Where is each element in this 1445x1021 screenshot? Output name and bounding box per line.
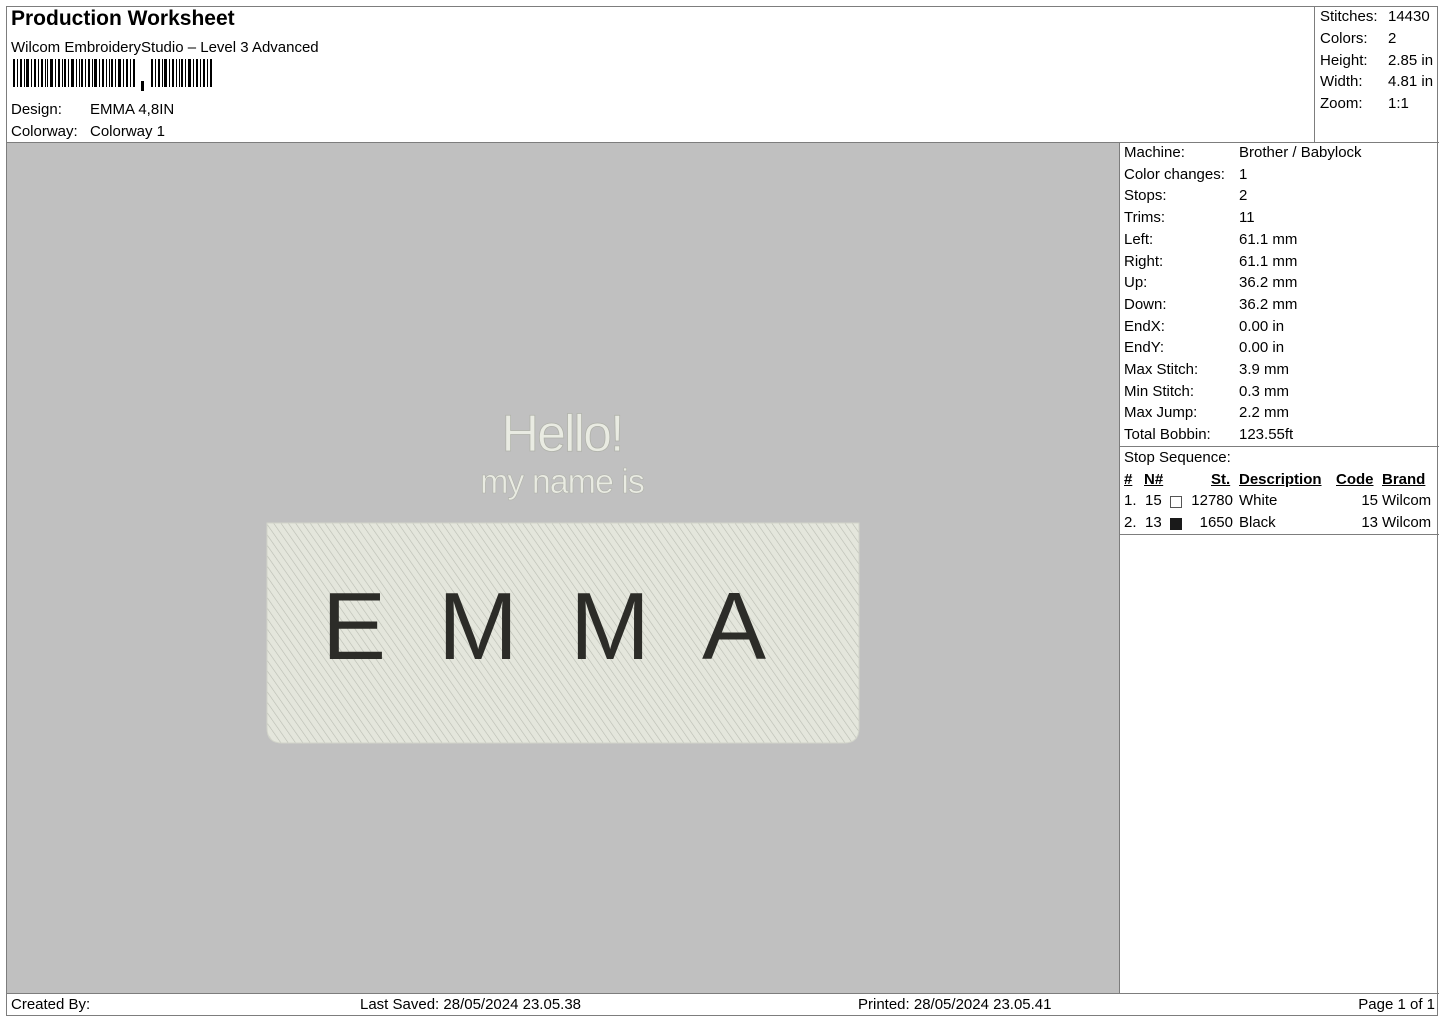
machine-info-label: Machine: bbox=[1124, 144, 1185, 161]
machine-info-label: Left: bbox=[1124, 230, 1154, 248]
col-header-brand: Brand bbox=[1382, 471, 1426, 488]
machine-info-panel: Machine: Brother / Babylock Color changes:… bbox=[1120, 143, 1439, 993]
machine-info-value: 36.2 mm bbox=[1239, 274, 1298, 292]
machine-info-label: Min Stitch: bbox=[1124, 382, 1195, 400]
machine-info-row: Trims: 11 bbox=[1124, 209, 1255, 226]
machine-info-value: 36.2 mm bbox=[1239, 295, 1298, 313]
row-code: 15 bbox=[1361, 492, 1378, 509]
machine-info-value: 0.00 in bbox=[1239, 317, 1285, 335]
color-swatch bbox=[1170, 518, 1182, 530]
colorway-label: Colorway: bbox=[11, 123, 78, 140]
last-saved: Last Saved: 28/05/2024 23.05.38 bbox=[360, 996, 582, 1013]
machine-info-value: 3.9 mm bbox=[1239, 361, 1290, 378]
color-swatch bbox=[1170, 496, 1182, 508]
emma-text: EMMA bbox=[322, 573, 818, 680]
row-brand: Wilcom bbox=[1382, 514, 1432, 531]
worksheet-header: Production Worksheet Wilcom EmbroiderySt… bbox=[7, 7, 1314, 143]
machine-info-row: Max Stitch: 3.9 mm bbox=[1124, 361, 1289, 378]
machine-info-label: Up: bbox=[1124, 274, 1148, 292]
table-divider bbox=[1120, 534, 1439, 535]
col-header-needle: N# bbox=[1144, 471, 1164, 488]
design-row: Design: EMMA 4,8IN bbox=[11, 101, 174, 118]
production-worksheet: Production Worksheet Wilcom EmbroiderySt… bbox=[6, 6, 1439, 1017]
row-description: White bbox=[1239, 492, 1278, 509]
machine-info-row: Left: 61.1 mm bbox=[1124, 231, 1297, 248]
height-value: 2.85 in bbox=[1388, 52, 1434, 69]
machine-info-label: EndX: bbox=[1124, 317, 1165, 335]
machine-info-row: Min Stitch: 0.3 mm bbox=[1124, 383, 1289, 400]
row-description: Black bbox=[1239, 514, 1276, 531]
machine-info-value: 2 bbox=[1239, 187, 1248, 205]
software-name: Wilcom EmbroideryStudio – Level 3 Advanc… bbox=[11, 39, 319, 56]
machine-info-label: Right: bbox=[1124, 252, 1164, 270]
machine-info-row: EndX: 0.00 in bbox=[1124, 318, 1284, 335]
col-header-description: Description bbox=[1239, 471, 1322, 488]
design-label: Design: bbox=[11, 101, 62, 118]
col-header-code: Code bbox=[1336, 471, 1374, 488]
my-name-is-text: my name is bbox=[480, 463, 644, 501]
hello-text: Hello! bbox=[502, 405, 623, 463]
row-num: 1. bbox=[1124, 492, 1137, 509]
created-by: Created By: bbox=[11, 996, 91, 1013]
col-header-num: # bbox=[1124, 471, 1133, 488]
design-preview: Hello! my name is EMMA bbox=[266, 405, 860, 744]
colorway-row: Colorway: Colorway 1 bbox=[11, 123, 165, 140]
machine-info-value: 0.00 in bbox=[1239, 339, 1285, 357]
row-stitches: 12780 bbox=[1191, 492, 1233, 509]
machine-info-row: Stops: 2 bbox=[1124, 187, 1247, 204]
machine-info-value: 123.55ft bbox=[1239, 426, 1294, 444]
machine-info-value: 61.1 mm bbox=[1239, 230, 1298, 248]
machine-info-row: Color changes: 1 bbox=[1124, 166, 1247, 183]
colorway-value: Colorway 1 bbox=[90, 123, 166, 140]
row-needle: 15 bbox=[1145, 492, 1162, 509]
machine-info-label: Max Stitch: bbox=[1124, 361, 1199, 378]
panel-divider bbox=[1120, 446, 1439, 447]
page-number: Page 1 of 1 bbox=[1358, 996, 1435, 1013]
worksheet-footer: Created By: Last Saved: 28/05/2024 23.05… bbox=[7, 993, 1439, 1017]
zoom-value: 1:1 bbox=[1388, 95, 1409, 112]
machine-info-row: Total Bobbin: 123.55ft bbox=[1124, 426, 1293, 443]
design-canvas: Hello! my name is EMMA bbox=[7, 143, 1120, 993]
machine-info-label: Total Bobbin: bbox=[1124, 426, 1211, 444]
machine-info-label: Trims: bbox=[1124, 209, 1166, 227]
page-title: Production Worksheet bbox=[11, 7, 235, 30]
machine-info-value: 11 bbox=[1239, 209, 1255, 227]
machine-info-label: Max Jump: bbox=[1124, 404, 1198, 422]
width-label: Width: bbox=[1320, 73, 1363, 90]
machine-info-row: EndY: 0.00 in bbox=[1124, 339, 1284, 356]
machine-info-label: Color changes: bbox=[1124, 165, 1225, 183]
design-value: EMMA 4,8IN bbox=[90, 101, 175, 118]
row-num: 2. bbox=[1124, 514, 1137, 531]
machine-info-value: Brother / Babylock bbox=[1239, 144, 1362, 161]
machine-info-row: Down: 36.2 mm bbox=[1124, 296, 1297, 313]
col-header-stitches: St. bbox=[1211, 471, 1231, 488]
stop-sequence-label: Stop Sequence: bbox=[1124, 449, 1231, 466]
machine-info-value: 2.2 mm bbox=[1239, 404, 1290, 422]
machine-info-value: 1 bbox=[1239, 165, 1248, 183]
row-code: 13 bbox=[1361, 514, 1378, 531]
machine-info-label: EndY: bbox=[1124, 339, 1165, 357]
barcode-image bbox=[13, 59, 212, 91]
machine-info-row: Machine: Brother / Babylock bbox=[1124, 144, 1362, 161]
zoom-label: Zoom: bbox=[1320, 95, 1363, 112]
machine-info-row: Up: 36.2 mm bbox=[1124, 274, 1297, 291]
stitches-label: Stitches: bbox=[1320, 8, 1378, 25]
machine-info-row: Max Jump: 2.2 mm bbox=[1124, 404, 1289, 421]
machine-info-row: Right: 61.1 mm bbox=[1124, 253, 1297, 270]
height-label: Height: bbox=[1320, 52, 1368, 69]
row-brand: Wilcom bbox=[1382, 492, 1432, 509]
width-value: 4.81 in bbox=[1388, 73, 1434, 90]
machine-info-value: 0.3 mm bbox=[1239, 382, 1290, 400]
machine-info-value: 61.1 mm bbox=[1239, 252, 1298, 270]
stitches-value: 14430 bbox=[1388, 8, 1430, 25]
summary-box: Stitches: 14430 Colors: 2 Height: 2.85 in W… bbox=[1314, 7, 1439, 143]
machine-info-label: Stops: bbox=[1124, 187, 1167, 205]
machine-info-label: Down: bbox=[1124, 295, 1167, 313]
colors-value: 2 bbox=[1388, 30, 1397, 47]
row-needle: 13 bbox=[1145, 514, 1162, 531]
colors-label: Colors: bbox=[1320, 30, 1368, 47]
printed-date: Printed: 28/05/2024 23.05.41 bbox=[858, 996, 1052, 1013]
row-stitches: 1650 bbox=[1199, 514, 1233, 531]
